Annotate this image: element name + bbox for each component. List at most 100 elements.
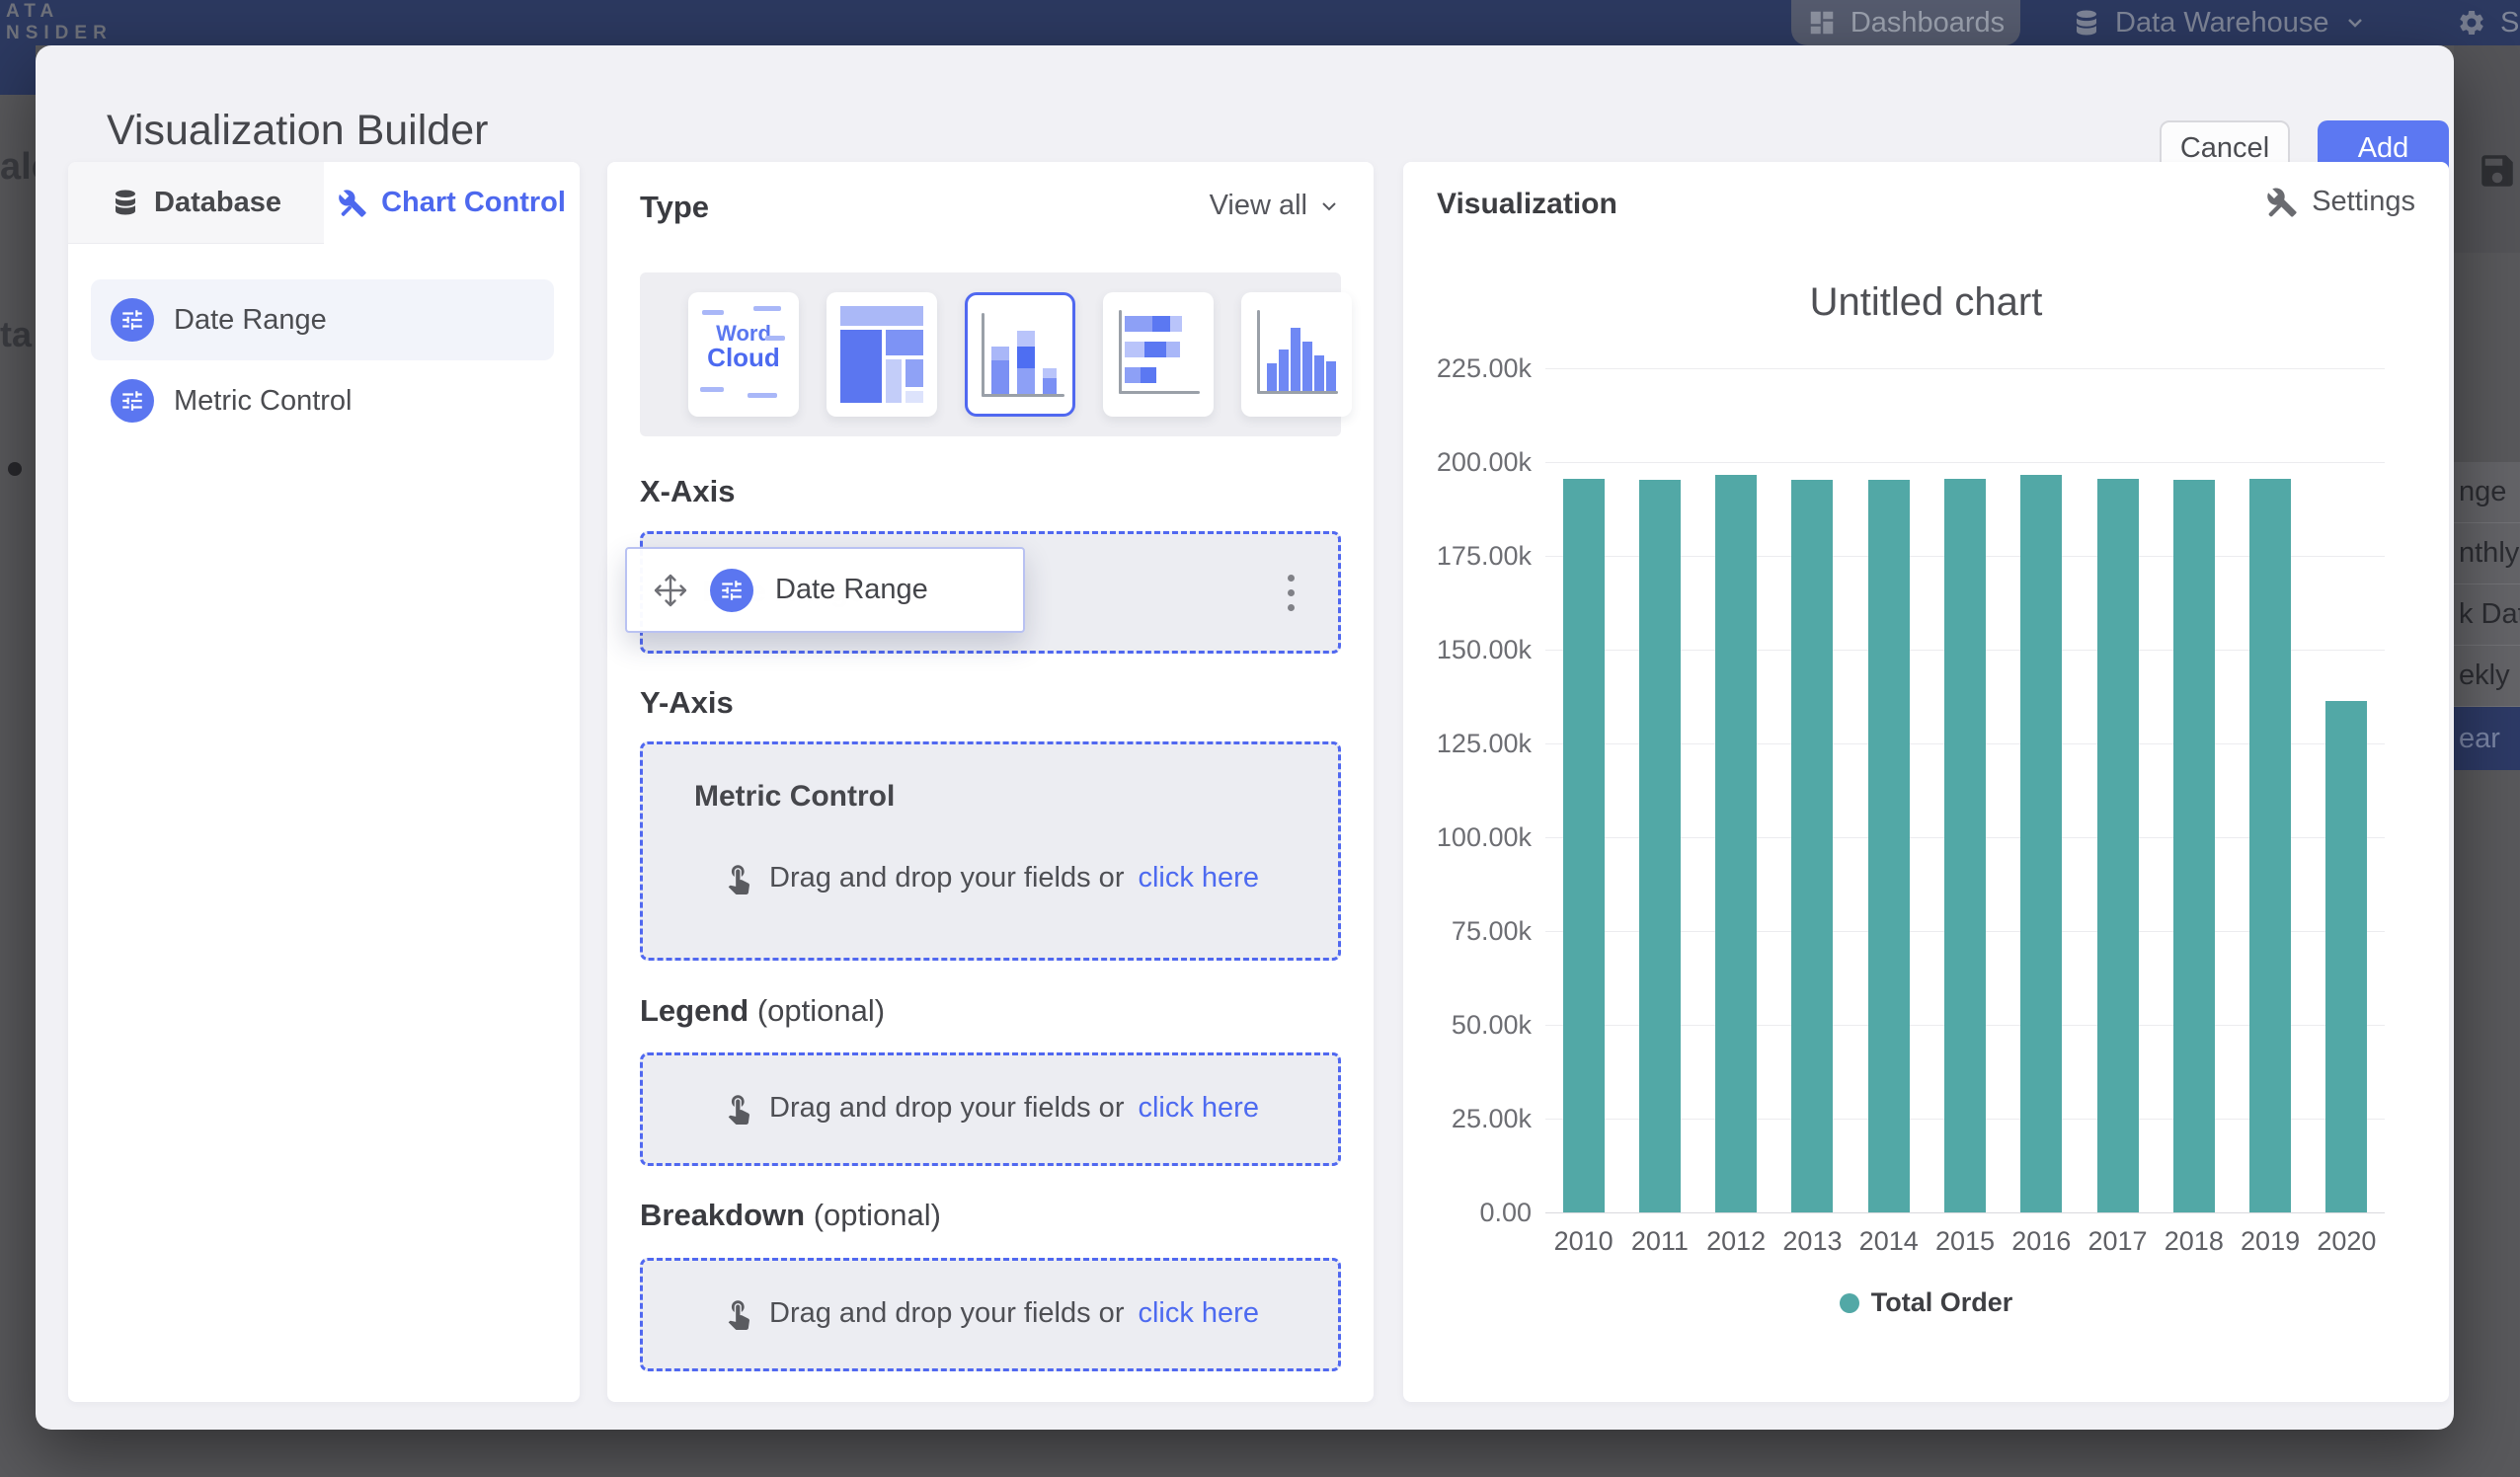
y-tick-label: 200.00k	[1423, 447, 1532, 478]
nav-item-data-warehouse[interactable]: Data Warehouse	[2072, 0, 2367, 45]
menu-item-monthly[interactable]: nthly	[2454, 523, 2520, 584]
tap-hand-icon	[722, 1296, 755, 1330]
legend-optional-label: (optional)	[757, 993, 885, 1028]
type-card-treemap[interactable]	[827, 292, 937, 417]
y-tick-label: 225.00k	[1423, 353, 1532, 384]
y-axis-heading: Y-Axis	[640, 685, 734, 721]
y-axis-drop-hint: Drag and drop your fields or click here	[643, 861, 1338, 894]
view-all-dropdown[interactable]: View all	[1210, 190, 1341, 222]
breakdown-optional-label: (optional)	[814, 1198, 941, 1232]
tab-database-label: Database	[154, 187, 281, 219]
y-tick-label: 175.00k	[1423, 541, 1532, 572]
background-bullet	[8, 462, 22, 476]
chevron-down-icon	[1317, 194, 1341, 218]
gridline	[1545, 462, 2385, 463]
date-range-chip-dragging[interactable]: Date Range	[625, 547, 1025, 633]
drop-hint-text: Drag and drop your fields or	[769, 1092, 1124, 1125]
bar-2013	[1791, 480, 1833, 1212]
y-tick-label: 75.00k	[1423, 916, 1532, 947]
menu-item-date-range[interactable]: nge	[2454, 462, 2520, 523]
background-dropdown-menu: nge nthly k Date ekly ear	[2454, 462, 2520, 770]
y-axis-dropzone[interactable]: Metric Control Drag and drop your fields…	[640, 741, 1341, 961]
fields-sidebar: Database Chart Control Date Range Metric…	[68, 162, 580, 1402]
tab-chart-control[interactable]: Chart Control	[324, 162, 580, 244]
menu-item-weekly[interactable]: ekly	[2454, 646, 2520, 707]
nav-item-settings[interactable]: Settin	[2457, 0, 2520, 45]
gridline	[1545, 1212, 2385, 1213]
drop-hint-text: Drag and drop your fields or	[769, 1297, 1124, 1330]
bar-2010	[1563, 479, 1605, 1212]
y-tick-label: 50.00k	[1423, 1010, 1532, 1041]
chart-area: 0.0025.00k50.00k75.00k100.00k125.00k150.…	[1403, 162, 2449, 1402]
tab-database[interactable]: Database	[68, 162, 324, 244]
field-metric-control[interactable]: Metric Control	[91, 360, 554, 441]
sidebar-tabs: Database Chart Control	[68, 162, 580, 244]
x-tick-label: 2020	[2302, 1226, 2391, 1257]
type-card-stacked-column-selected[interactable]	[965, 292, 1075, 417]
field-metric-control-label: Metric Control	[174, 385, 353, 418]
kebab-menu-icon[interactable]	[1271, 567, 1310, 618]
click-here-link[interactable]: click here	[1138, 1297, 1259, 1330]
field-date-range-label: Date Range	[174, 304, 327, 337]
nav-dashboards-label: Dashboards	[1851, 7, 2005, 39]
type-heading: Type	[640, 190, 709, 225]
bar-2015	[1944, 479, 1986, 1212]
tap-hand-icon	[722, 1091, 755, 1125]
visualization-panel: Visualization Settings Untitled chart 0.…	[1403, 162, 2449, 1402]
modal-title: Visualization Builder	[107, 107, 488, 155]
chart-legend[interactable]: Total Order	[1403, 1287, 2449, 1318]
visualization-builder-modal: Visualization Builder Cancel Add Databas…	[36, 45, 2454, 1430]
dashboard-grid-icon	[1807, 8, 1837, 38]
y-tick-label: 25.00k	[1423, 1104, 1532, 1134]
menu-item-week-date[interactable]: k Date	[2454, 584, 2520, 646]
legend-drop-hint: Drag and drop your fields or click here	[643, 1091, 1338, 1125]
wordcloud-word2: Cloud	[688, 345, 799, 371]
y-tick-label: 0.00	[1423, 1198, 1532, 1228]
tap-hand-icon	[722, 861, 755, 894]
bar-2018	[2173, 480, 2215, 1212]
bar-2017	[2097, 479, 2139, 1212]
breakdown-heading: Breakdown (optional)	[640, 1198, 941, 1233]
control-sliders-icon	[710, 569, 753, 612]
nav-tab-dashboards[interactable]: Dashboards	[1791, 0, 2020, 45]
nav-settings-label: Settin	[2500, 7, 2520, 39]
type-card-wordcloud[interactable]: Word Cloud	[688, 292, 799, 417]
x-axis-heading: X-Axis	[640, 474, 735, 509]
y-tick-label: 150.00k	[1423, 635, 1532, 665]
breakdown-drop-hint: Drag and drop your fields or click here	[643, 1296, 1338, 1330]
metric-control-placeholder-title: Metric Control	[694, 780, 895, 814]
database-icon	[2072, 8, 2101, 38]
control-sliders-icon	[111, 379, 154, 423]
background-header-block	[0, 45, 36, 95]
bar-2019	[2249, 479, 2291, 1212]
app-logo: ATA NSIDER	[6, 1, 113, 44]
chip-label: Date Range	[775, 574, 928, 606]
legend-series-dot	[1840, 1293, 1859, 1313]
legend-heading: Legend (optional)	[640, 993, 885, 1029]
legend-heading-label: Legend	[640, 993, 748, 1028]
logo-line2: NSIDER	[6, 23, 113, 44]
field-date-range[interactable]: Date Range	[91, 279, 554, 360]
wordcloud-word1: Word	[688, 322, 799, 345]
y-tick-label: 125.00k	[1423, 729, 1532, 759]
tab-chart-control-label: Chart Control	[381, 187, 566, 219]
bar-2011	[1639, 480, 1681, 1212]
control-sliders-icon	[111, 298, 154, 342]
legend-dropzone[interactable]: Drag and drop your fields or click here	[640, 1052, 1341, 1166]
click-here-link[interactable]: click here	[1138, 862, 1259, 894]
type-card-column[interactable]	[1241, 292, 1352, 417]
logo-line1: ATA	[6, 1, 113, 23]
gridline	[1545, 368, 2385, 369]
move-arrows-icon	[653, 573, 688, 608]
chevron-down-icon	[2343, 11, 2367, 35]
save-icon[interactable]	[2477, 150, 2518, 192]
view-all-label: View all	[1210, 190, 1307, 222]
background-toolbar-band	[2454, 45, 2520, 253]
type-card-stacked-bar[interactable]	[1103, 292, 1214, 417]
tools-icon	[338, 189, 367, 218]
legend-series-label: Total Order	[1871, 1287, 2013, 1318]
click-here-link[interactable]: click here	[1138, 1092, 1259, 1125]
breakdown-dropzone[interactable]: Drag and drop your fields or click here	[640, 1258, 1341, 1371]
gear-icon	[2457, 8, 2486, 38]
menu-item-year-selected[interactable]: ear	[2454, 707, 2520, 770]
